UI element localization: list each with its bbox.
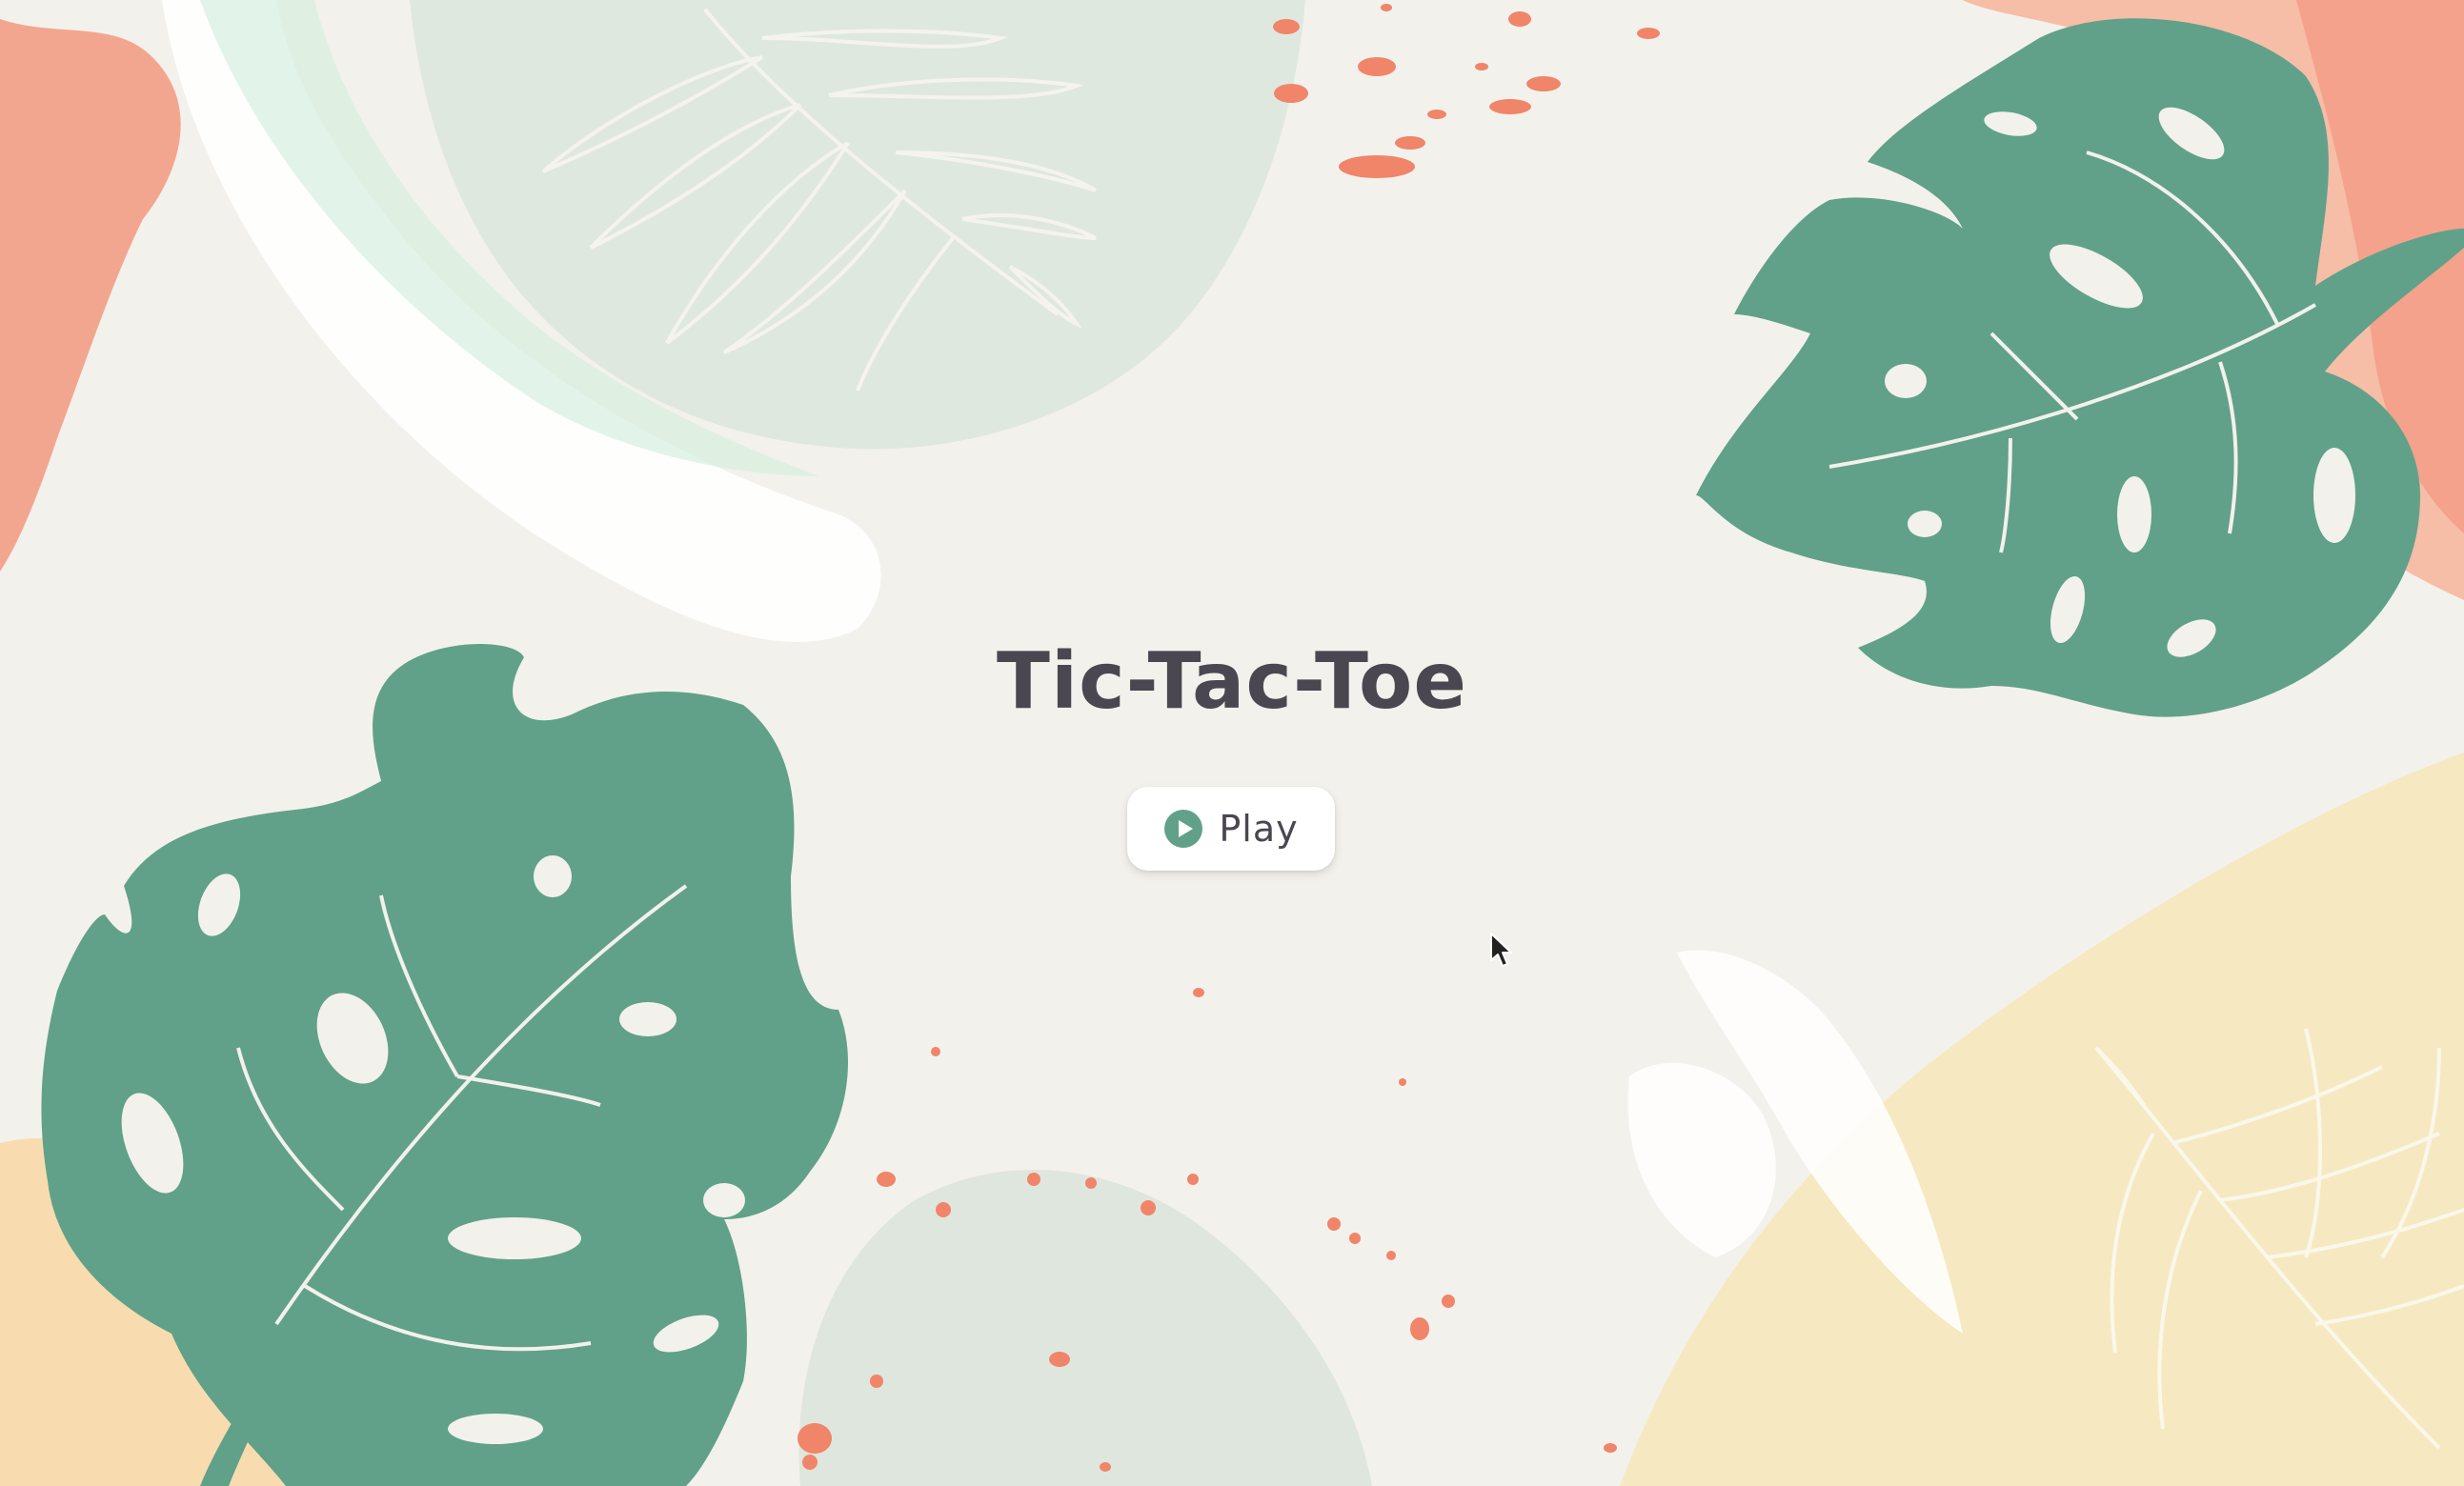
play-button-label: Play bbox=[1219, 808, 1299, 850]
coral-splash-top-left bbox=[0, 19, 181, 572]
play-button[interactable]: Play bbox=[1127, 787, 1335, 871]
white-brush-bottom-right-2 bbox=[1627, 1062, 1776, 1257]
start-screen: Tic-Tac-Toe Play bbox=[0, 0, 2464, 1486]
mint-blob-bottom bbox=[798, 1169, 1372, 1486]
game-title: Tic-Tac-Toe bbox=[997, 636, 1467, 727]
coral-dots-top bbox=[1273, 4, 1660, 178]
decorative-background bbox=[0, 0, 2464, 1486]
play-circle-icon bbox=[1164, 810, 1203, 848]
mouse-pointer-icon bbox=[1490, 933, 1512, 967]
